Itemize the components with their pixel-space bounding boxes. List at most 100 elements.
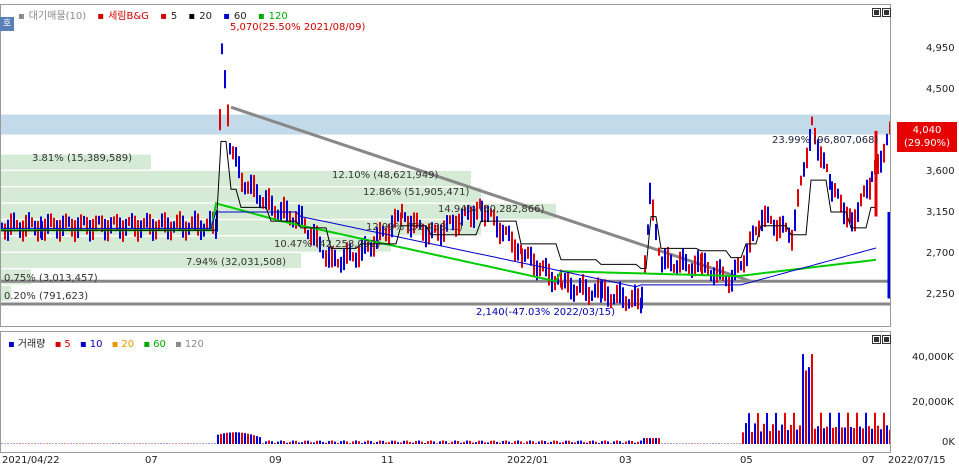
volume-bar xyxy=(376,441,378,444)
candle xyxy=(539,262,541,277)
candle xyxy=(502,224,504,242)
legend-ma120[interactable]: ▪ 120 xyxy=(258,11,292,22)
volume-bar xyxy=(361,443,363,444)
candle xyxy=(4,223,6,240)
volume-bar xyxy=(634,442,636,444)
volume-bar xyxy=(601,441,603,444)
price-chart-panel[interactable] xyxy=(0,4,891,327)
volume-bar xyxy=(781,424,783,444)
volume-bar xyxy=(613,441,615,444)
volume-bar xyxy=(766,413,768,444)
candle xyxy=(542,260,544,272)
candle xyxy=(50,213,52,227)
volume-bar xyxy=(877,425,879,444)
volume-bar xyxy=(487,442,489,444)
candle xyxy=(782,215,784,233)
volume-bar xyxy=(508,441,510,444)
vlegend-volume[interactable]: ▪ 거래량 xyxy=(8,339,48,350)
vlegend-ma120[interactable]: ▪ 120 xyxy=(175,339,207,350)
candle xyxy=(570,277,572,300)
volume-bar xyxy=(475,442,477,444)
chart-settings-icon[interactable]: 호 xyxy=(0,17,14,31)
vlegend-ma20[interactable]: ▪ 20 xyxy=(112,339,138,350)
candle xyxy=(83,215,85,226)
maximize-icon[interactable] xyxy=(872,8,881,17)
date-axis-label: 05 xyxy=(740,455,753,466)
candle xyxy=(277,209,279,221)
volume-bar xyxy=(556,440,558,444)
candle xyxy=(883,143,885,163)
candle xyxy=(295,211,297,229)
legend-stock[interactable]: ▪ 세림B&G xyxy=(97,11,153,22)
candle xyxy=(840,194,842,213)
date-axis-label: 2021/04/22 xyxy=(2,455,60,466)
volume-bar xyxy=(649,438,651,444)
volume-bar xyxy=(826,426,828,444)
volume-bar xyxy=(241,432,243,444)
close-icon[interactable] xyxy=(882,8,891,17)
volume-bar xyxy=(313,442,315,444)
volume-bar xyxy=(514,441,516,444)
candle xyxy=(791,229,793,251)
volume-bar xyxy=(562,442,564,444)
volume-bar xyxy=(436,443,438,444)
volume-bar xyxy=(259,437,261,444)
candle xyxy=(505,226,507,235)
volume-bar xyxy=(385,442,387,444)
supply-label: 12.99% (52,438,...) xyxy=(366,222,463,233)
volume-bar xyxy=(571,442,573,444)
candle xyxy=(334,249,336,267)
volume-bar xyxy=(805,370,807,444)
candle xyxy=(764,205,766,228)
vlegend-ma60[interactable]: ▪ 60 xyxy=(143,339,169,350)
volume-bar xyxy=(520,441,522,444)
candle xyxy=(499,222,501,245)
volume-bar xyxy=(388,442,390,444)
candle xyxy=(256,184,258,204)
candle xyxy=(182,215,184,238)
candle xyxy=(682,248,684,270)
candle xyxy=(286,200,288,221)
volume-bar xyxy=(802,354,804,444)
volume-bar xyxy=(391,440,393,444)
volume-bar xyxy=(352,441,354,444)
candle xyxy=(530,246,532,266)
candle xyxy=(637,288,639,310)
candle xyxy=(283,196,285,219)
vlegend-ma5[interactable]: ▪ 5 xyxy=(55,339,74,350)
volume-bar xyxy=(406,440,408,444)
vlegend-ma10[interactable]: ▪ 10 xyxy=(80,339,106,350)
candle xyxy=(597,277,599,298)
candle xyxy=(253,175,255,198)
close-icon[interactable] xyxy=(882,335,891,344)
legend-ma5[interactable]: ▪ 5 xyxy=(160,11,181,22)
candle xyxy=(16,219,18,229)
volume-bar xyxy=(364,441,366,444)
volume-bar xyxy=(775,412,777,444)
volume-bar xyxy=(331,440,333,444)
candle xyxy=(734,259,736,281)
candle xyxy=(561,281,563,290)
volume-bar xyxy=(418,440,420,444)
volume-bar xyxy=(316,440,318,444)
volume-bar xyxy=(325,442,327,444)
candle xyxy=(229,143,231,155)
candle xyxy=(53,217,55,229)
volume-bar xyxy=(592,440,594,444)
volume-bar xyxy=(430,440,432,444)
maximize-icon[interactable] xyxy=(872,335,881,344)
candle xyxy=(68,216,70,227)
volume-bar xyxy=(745,423,747,444)
volume-bar xyxy=(337,443,339,444)
volume-bar xyxy=(463,441,465,444)
candle xyxy=(554,276,556,291)
volume-bar xyxy=(511,443,513,444)
price-axis-label: 2,700 xyxy=(926,248,955,259)
legend-ma60[interactable]: ▪ 60 xyxy=(223,11,251,22)
volume-bar xyxy=(820,412,822,444)
legend-supply[interactable]: ▪ 대기매물(10) xyxy=(18,11,90,22)
volume-bar xyxy=(394,440,396,444)
legend-ma20[interactable]: ▪ 20 xyxy=(188,11,216,22)
candle xyxy=(704,252,706,273)
volume-bar xyxy=(502,440,504,444)
